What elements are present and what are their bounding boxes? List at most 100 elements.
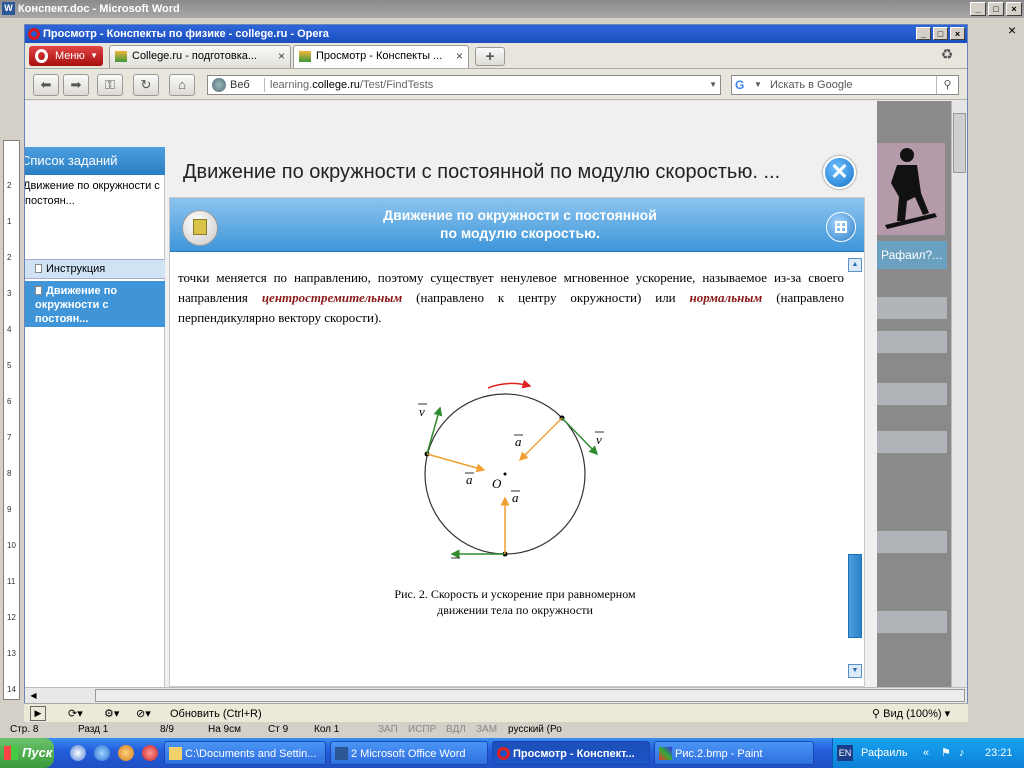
lesson-modal: Список заданий Движение по окружности с …: [25, 101, 877, 687]
speed-dial-icon[interactable]: ⟳▾: [68, 704, 83, 724]
trash-icon[interactable]: ♻: [937, 46, 957, 66]
navigation-bar: ⬅ ➡ ⚿ ↻ ⌂ Веб learning.college.ru/Test/F…: [25, 70, 967, 100]
opera-app-icon: [28, 28, 40, 40]
opera-logo-icon: [35, 49, 48, 63]
unite-icon[interactable]: ⚙▾: [104, 704, 119, 724]
network-icon[interactable]: ⚑: [941, 738, 951, 768]
search-field[interactable]: G ▼ Искать в Google ⚲: [731, 75, 959, 95]
word-title-text: Конспект.doc - Microsoft Word: [18, 3, 180, 15]
tab-college[interactable]: College.ru - подготовка... ×: [109, 45, 291, 68]
label-v3: v: [452, 558, 458, 564]
media-player-icon[interactable]: [70, 745, 86, 761]
status-ovr[interactable]: ЗАМ: [476, 722, 497, 738]
opera-status-bar: ▶ ⟳▾ ⚙▾ ⊘▾ Обновить (Ctrl+R) ⚲ Вид (100%…: [24, 703, 968, 723]
block-icon[interactable]: ⊘▾: [136, 704, 151, 724]
document-icon: [193, 219, 207, 235]
opera-minimize-button[interactable]: _: [916, 27, 931, 40]
status-trk[interactable]: ИСПР: [408, 722, 436, 738]
address-prefix: Веб: [230, 79, 250, 91]
tab-label: College.ru - подготовка...: [132, 50, 258, 62]
taskbar-item-opera[interactable]: Просмотр - Конспект...: [492, 741, 650, 765]
task-list-item-instruction[interactable]: Инструкция: [25, 259, 165, 279]
word-close-button[interactable]: ×: [1006, 2, 1022, 16]
ruler-mark: 14: [7, 685, 16, 694]
status-at: На 9см: [208, 724, 241, 735]
opera-quick-icon[interactable]: [142, 745, 158, 761]
wand-key-button[interactable]: ⚿: [97, 74, 123, 96]
opera-close-button[interactable]: ×: [950, 27, 965, 40]
menu-chevron-down-icon: ▼: [90, 51, 98, 60]
ruler-mark: 10: [7, 541, 16, 550]
home-button[interactable]: ⌂: [169, 74, 195, 96]
taskbar-item-paint[interactable]: Рис.2.bmp - Paint: [654, 741, 814, 765]
scroll-thumb[interactable]: [848, 554, 862, 638]
scroll-up-icon[interactable]: ▲: [848, 258, 862, 272]
word-title-bar: W Конспект.doc - Microsoft Word _ □ ×: [0, 0, 1024, 18]
task-list-item[interactable]: Движение по окружности с постоян...: [25, 179, 165, 215]
status-ext[interactable]: ВДЛ: [446, 722, 466, 738]
scroll-left-icon[interactable]: ◀: [27, 689, 40, 702]
zoom-level[interactable]: ⚲ Вид (100%) ▾: [872, 704, 950, 724]
tray-expand-icon[interactable]: «: [923, 738, 929, 768]
grid-view-button[interactable]: [826, 212, 856, 242]
reload-button[interactable]: ↻: [133, 74, 159, 96]
scroll-down-icon[interactable]: ▼: [848, 664, 862, 678]
tab-close-icon[interactable]: ×: [456, 46, 463, 67]
background-stripe: [877, 383, 947, 405]
ruler-mark: 3: [7, 289, 12, 298]
page-vertical-scrollbar[interactable]: [951, 101, 967, 687]
contents-button[interactable]: [182, 210, 218, 246]
opera-title-bar: Просмотр - Конспекты по физике - college…: [25, 25, 967, 43]
refresh-status[interactable]: Обновить (Ctrl+R): [170, 704, 262, 724]
search-engine-dropdown-icon[interactable]: ▼: [754, 76, 762, 94]
tab-konspekty[interactable]: Просмотр - Конспекты ... ×: [293, 45, 469, 68]
status-col: Кол 1: [314, 724, 340, 735]
address-field[interactable]: Веб learning.college.ru/Test/FindTests ▼: [207, 75, 721, 95]
ruler-mark: 8: [7, 469, 12, 478]
ie-icon[interactable]: [94, 745, 110, 761]
address-dropdown-icon[interactable]: ▼: [709, 76, 717, 94]
background-stripe: [877, 297, 947, 319]
quick-launch-icon[interactable]: [118, 745, 134, 761]
taskbar-item-explorer[interactable]: C:\Documents and Settin...: [164, 741, 326, 765]
new-tab-button[interactable]: +: [475, 47, 505, 66]
volume-icon[interactable]: ♪: [959, 738, 965, 768]
word-status-bar: Стр. 8 Разд 1 8/9 На 9см Ст 9 Кол 1 ЗАП …: [0, 722, 1000, 738]
start-button[interactable]: Пуск: [0, 738, 54, 768]
label-o: O: [492, 476, 502, 491]
search-icon[interactable]: ⚲: [936, 76, 958, 94]
status-lang: русский (Ро: [508, 724, 562, 735]
label-a3: a: [512, 490, 519, 505]
content-scrollbar[interactable]: ▲ ▼: [848, 258, 864, 678]
menu-label: Меню: [55, 50, 85, 62]
rafail-link[interactable]: Рафаил?...: [877, 241, 947, 269]
panel-toggle-icon[interactable]: ▶: [30, 706, 46, 721]
college-favicon-icon: [115, 51, 127, 62]
task-list-panel: Список заданий Движение по окружности с …: [25, 147, 165, 687]
content-header-title: Движение по окружности с постоянной по м…: [383, 207, 657, 241]
windows-taskbar: Пуск C:\Documents and Settin... 2 Micros…: [0, 738, 1024, 768]
ruler-mark: 4: [7, 325, 12, 334]
address-url: learning.college.ru/Test/FindTests: [270, 79, 434, 91]
tab-close-icon[interactable]: ×: [278, 46, 285, 67]
taskbar-item-word[interactable]: 2 Microsoft Office Word: [330, 741, 488, 765]
word-app-icon: W: [2, 2, 15, 15]
forward-button[interactable]: ➡: [63, 74, 89, 96]
word-doc-close-icon[interactable]: ×: [1008, 22, 1016, 38]
status-rec[interactable]: ЗАП: [378, 722, 398, 738]
word-minimize-button[interactable]: _: [970, 2, 986, 16]
task-list-header: Список заданий: [25, 147, 165, 175]
page-horizontal-scrollbar[interactable]: ◀: [25, 687, 967, 703]
back-button[interactable]: ⬅: [33, 74, 59, 96]
label-v1: v: [419, 404, 425, 419]
label-a2: a: [466, 472, 473, 487]
opera-maximize-button[interactable]: □: [933, 27, 948, 40]
word-maximize-button[interactable]: □: [988, 2, 1004, 16]
clock[interactable]: 23:21: [985, 738, 1013, 768]
ruler-mark: 5: [7, 361, 12, 370]
ruler-mark: 13: [7, 649, 16, 658]
language-indicator[interactable]: EN: [837, 745, 853, 761]
modal-close-button[interactable]: ✕: [823, 156, 856, 189]
opera-menu-button[interactable]: Меню ▼: [29, 46, 103, 66]
task-list-item-active[interactable]: Движение по окружности с постоян...: [25, 281, 165, 327]
